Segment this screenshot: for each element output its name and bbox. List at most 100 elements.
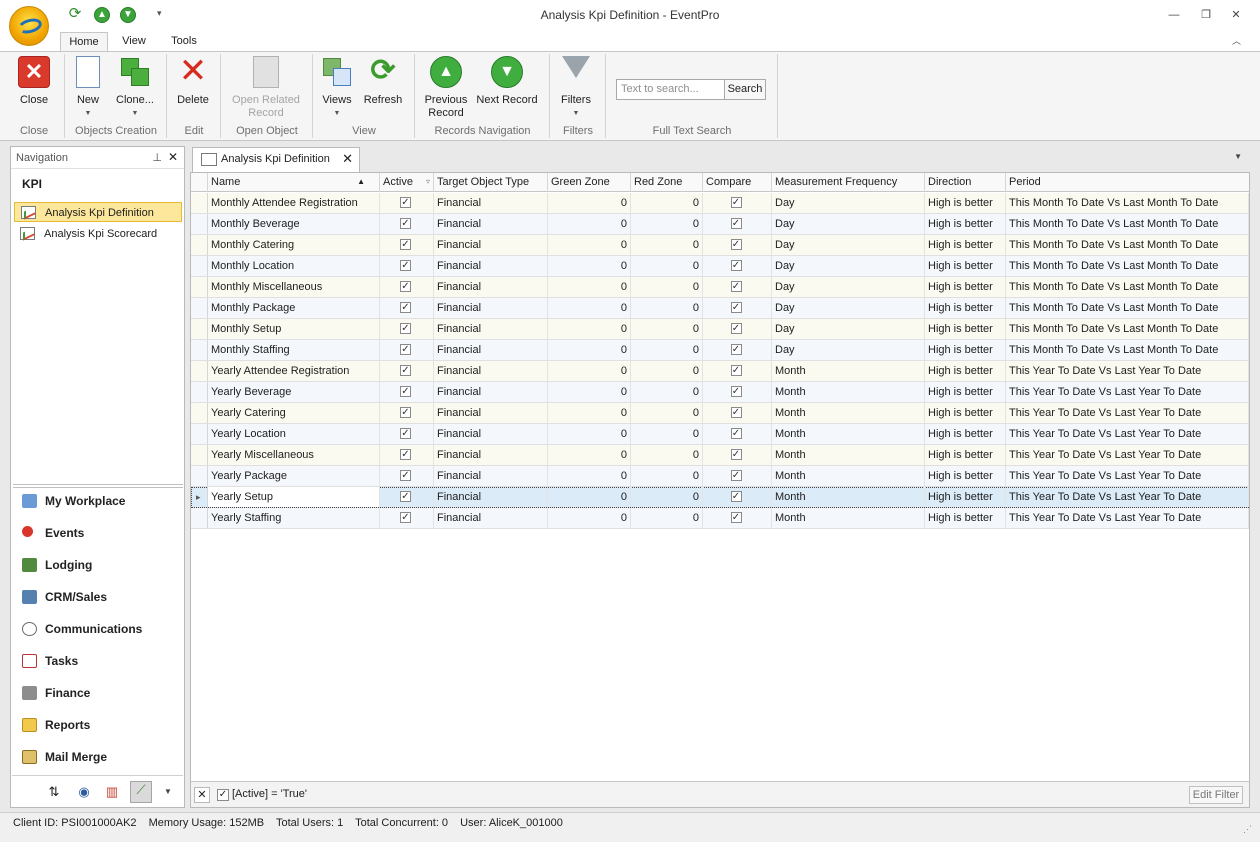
cell-period[interactable]: This Month To Date Vs Last Month To Date	[1006, 340, 1249, 360]
open-related-record-button[interactable]: Open Related Record	[226, 56, 306, 120]
pin-icon[interactable]: ⊥	[152, 151, 162, 164]
row-indicator[interactable]	[191, 319, 208, 339]
row-indicator[interactable]	[191, 214, 208, 234]
cell-compare[interactable]: ✓	[703, 235, 772, 255]
cell-green-zone[interactable]: 0	[548, 382, 631, 402]
nav-splitter[interactable]	[13, 484, 183, 488]
cell-green-zone[interactable]: 0	[548, 466, 631, 486]
checkbox[interactable]: ✓	[400, 407, 411, 418]
resize-grip-icon[interactable]: ⋰	[1243, 819, 1252, 839]
cell-direction[interactable]: High is better	[925, 277, 1006, 297]
checkbox[interactable]: ✓	[730, 407, 742, 418]
cell-name[interactable]: Monthly Attendee Registration	[208, 193, 380, 213]
close-icon[interactable]: ✕	[168, 150, 178, 164]
cell-direction[interactable]: High is better	[925, 256, 1006, 276]
table-row[interactable]: Monthly Beverage ✓ Financial 0 0 ✓ Day High is …	[191, 214, 1249, 235]
edit-filter-button[interactable]: Edit Filter	[1189, 786, 1243, 804]
cell-measurement-frequency[interactable]: Day	[772, 298, 925, 318]
cell-green-zone[interactable]: 0	[548, 424, 631, 444]
cell-green-zone[interactable]: 0	[548, 340, 631, 360]
cell-direction[interactable]: High is better	[925, 319, 1006, 339]
clear-filter-icon[interactable]: ✕	[194, 787, 210, 803]
checkbox[interactable]: ✓	[400, 344, 411, 355]
row-indicator[interactable]	[191, 382, 208, 402]
module-lodging[interactable]: Lodging	[19, 553, 179, 577]
views-button[interactable]: Views ▼	[318, 56, 356, 120]
cell-period[interactable]: This Month To Date Vs Last Month To Date	[1006, 319, 1249, 339]
table-row[interactable]: Monthly Staffing ✓ Financial 0 0 ✓ Day High is …	[191, 340, 1249, 361]
cell-target-object-type[interactable]: Financial	[434, 403, 548, 423]
cell-green-zone[interactable]: 0	[548, 298, 631, 318]
previous-record-button[interactable]: ▲ Previous Record	[420, 56, 472, 120]
checkbox[interactable]: ✓	[400, 386, 411, 397]
cell-active[interactable]: ✓	[380, 424, 434, 444]
cell-active[interactable]: ✓	[380, 256, 434, 276]
cell-red-zone[interactable]: 0	[631, 298, 703, 318]
cell-red-zone[interactable]: 0	[631, 424, 703, 444]
nav-item-analysis-kpi-definition[interactable]: Analysis Kpi Definition	[14, 202, 182, 222]
delete-button[interactable]: ✕ Delete	[172, 54, 214, 107]
tab-list-dropdown-icon[interactable]: ▼	[1234, 152, 1242, 161]
cell-measurement-frequency[interactable]: Month	[772, 466, 925, 486]
cell-green-zone[interactable]: 0	[548, 403, 631, 423]
cell-name[interactable]: Yearly Beverage	[208, 382, 380, 402]
cell-active[interactable]: ✓	[380, 193, 434, 213]
maximize-icon[interactable]: ❐	[1196, 6, 1216, 24]
cell-red-zone[interactable]: 0	[631, 487, 703, 507]
row-indicator[interactable]	[191, 361, 208, 381]
cell-active[interactable]: ✓	[380, 487, 434, 507]
checkbox[interactable]: ✓	[730, 344, 742, 355]
cell-direction[interactable]: High is better	[925, 361, 1006, 381]
cell-period[interactable]: This Year To Date Vs Last Year To Date	[1006, 382, 1249, 402]
cell-period[interactable]: This Year To Date Vs Last Year To Date	[1006, 508, 1249, 528]
cell-target-object-type[interactable]: Financial	[434, 361, 548, 381]
header-green-zone[interactable]: Green Zone	[548, 173, 631, 192]
cell-compare[interactable]: ✓	[703, 214, 772, 234]
cell-compare[interactable]: ✓	[703, 382, 772, 402]
checkbox[interactable]: ✓	[730, 470, 742, 481]
cell-red-zone[interactable]: 0	[631, 466, 703, 486]
table-row[interactable]: Monthly Location ✓ Financial 0 0 ✓ Day High is …	[191, 256, 1249, 277]
app-logo[interactable]	[9, 6, 49, 46]
header-target-object-type[interactable]: Target Object Type	[434, 173, 548, 192]
checkbox[interactable]: ✓	[400, 470, 411, 481]
cell-compare[interactable]: ✓	[703, 424, 772, 444]
table-row[interactable]: Yearly Package ✓ Financial 0 0 ✓ Month High is …	[191, 466, 1249, 487]
checkbox[interactable]: ✓	[730, 428, 742, 439]
cell-green-zone[interactable]: 0	[548, 256, 631, 276]
minimize-icon[interactable]: —	[1164, 6, 1184, 24]
cell-name[interactable]: Monthly Beverage	[208, 214, 380, 234]
row-indicator[interactable]	[191, 466, 208, 486]
cell-measurement-frequency[interactable]: Month	[772, 508, 925, 528]
cell-green-zone[interactable]: 0	[548, 235, 631, 255]
cell-period[interactable]: This Month To Date Vs Last Month To Date	[1006, 193, 1249, 213]
cell-direction[interactable]: High is better	[925, 193, 1006, 213]
cell-target-object-type[interactable]: Financial	[434, 466, 548, 486]
cell-measurement-frequency[interactable]: Month	[772, 382, 925, 402]
checkbox[interactable]: ✓	[400, 512, 411, 523]
cell-name[interactable]: Yearly Catering	[208, 403, 380, 423]
row-indicator[interactable]	[191, 445, 208, 465]
cell-measurement-frequency[interactable]: Month	[772, 487, 925, 507]
header-measurement-frequency[interactable]: Measurement Frequency	[772, 173, 925, 192]
cell-active[interactable]: ✓	[380, 403, 434, 423]
next-record-button[interactable]: ▼ Next Record	[476, 56, 538, 107]
table-row[interactable]: Yearly Beverage ✓ Financial 0 0 ✓ Month High is…	[191, 382, 1249, 403]
cell-target-object-type[interactable]: Financial	[434, 340, 548, 360]
row-indicator[interactable]	[191, 508, 208, 528]
row-indicator[interactable]	[191, 403, 208, 423]
header-red-zone[interactable]: Red Zone	[631, 173, 703, 192]
module-finance[interactable]: Finance	[19, 681, 179, 705]
cell-target-object-type[interactable]: Financial	[434, 487, 548, 507]
refresh-button[interactable]: ⟳ Refresh	[362, 56, 404, 107]
cell-compare[interactable]: ✓	[703, 193, 772, 213]
header-name[interactable]: Name ▲	[208, 173, 380, 192]
row-indicator[interactable]	[191, 298, 208, 318]
cell-name[interactable]: Yearly Location	[208, 424, 380, 444]
clone-button[interactable]: Clone... ▼	[112, 56, 158, 120]
table-row[interactable]: Monthly Package ✓ Financial 0 0 ✓ Day High is b…	[191, 298, 1249, 319]
tab-view[interactable]: View	[112, 32, 156, 52]
cell-active[interactable]: ✓	[380, 382, 434, 402]
cell-target-object-type[interactable]: Financial	[434, 235, 548, 255]
cell-name[interactable]: Yearly Attendee Registration	[208, 361, 380, 381]
